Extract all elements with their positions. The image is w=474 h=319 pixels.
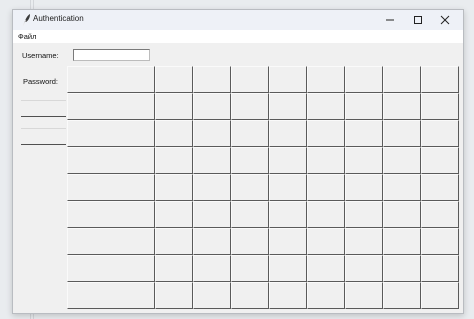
grid-button[interactable]: [307, 120, 345, 147]
maximize-icon: [414, 16, 422, 24]
grid-button[interactable]: [307, 282, 345, 309]
title-bar[interactable]: Authentication: [13, 10, 463, 30]
grid-button[interactable]: [193, 255, 231, 282]
grid-button[interactable]: [421, 120, 459, 147]
grid-button[interactable]: [231, 201, 269, 228]
grid-button[interactable]: [67, 228, 155, 255]
button-grid: [67, 66, 463, 313]
minimize-button[interactable]: [376, 10, 404, 30]
grid-button[interactable]: [307, 228, 345, 255]
grid-button[interactable]: [155, 282, 193, 309]
grid-button[interactable]: [421, 228, 459, 255]
grid-button[interactable]: [345, 201, 383, 228]
grid-button[interactable]: [307, 93, 345, 120]
grid-button[interactable]: [269, 201, 307, 228]
grid-button[interactable]: [383, 120, 421, 147]
grid-button[interactable]: [421, 201, 459, 228]
grid-button[interactable]: [193, 201, 231, 228]
grid-button[interactable]: [155, 255, 193, 282]
grid-button[interactable]: [67, 282, 155, 309]
grid-button[interactable]: [231, 120, 269, 147]
password-field-frame[interactable]: [21, 128, 66, 145]
grid-button[interactable]: [193, 66, 231, 93]
grid-button[interactable]: [193, 147, 231, 174]
grid-button[interactable]: [193, 282, 231, 309]
menu-file[interactable]: Файл: [18, 32, 36, 41]
grid-button[interactable]: [231, 282, 269, 309]
grid-button[interactable]: [155, 93, 193, 120]
minimize-icon: [386, 19, 394, 21]
grid-button[interactable]: [193, 93, 231, 120]
grid-button[interactable]: [269, 66, 307, 93]
grid-button[interactable]: [269, 228, 307, 255]
grid-button[interactable]: [269, 120, 307, 147]
grid-button[interactable]: [345, 255, 383, 282]
grid-button[interactable]: [193, 120, 231, 147]
grid-button[interactable]: [345, 174, 383, 201]
close-icon: [440, 15, 450, 25]
grid-button[interactable]: [345, 120, 383, 147]
window-title: Authentication: [33, 14, 84, 23]
grid-button[interactable]: [67, 93, 155, 120]
grid-button[interactable]: [421, 174, 459, 201]
grid-button[interactable]: [383, 255, 421, 282]
grid-button[interactable]: [231, 147, 269, 174]
grid-button[interactable]: [421, 66, 459, 93]
grid-button[interactable]: [345, 147, 383, 174]
grid-button[interactable]: [383, 228, 421, 255]
grid-button[interactable]: [345, 228, 383, 255]
grid-button[interactable]: [269, 147, 307, 174]
grid-button[interactable]: [193, 228, 231, 255]
grid-button[interactable]: [269, 282, 307, 309]
grid-button[interactable]: [269, 93, 307, 120]
grid-button[interactable]: [269, 174, 307, 201]
username-label: Username:: [22, 51, 59, 60]
grid-button[interactable]: [345, 66, 383, 93]
grid-button[interactable]: [383, 147, 421, 174]
grid-button[interactable]: [421, 282, 459, 309]
grid-button[interactable]: [307, 147, 345, 174]
grid-button[interactable]: [345, 93, 383, 120]
authentication-window: Authentication Файл Username: Password:: [12, 9, 464, 314]
grid-button[interactable]: [383, 174, 421, 201]
grid-button[interactable]: [383, 93, 421, 120]
grid-button[interactable]: [67, 147, 155, 174]
grid-button[interactable]: [307, 255, 345, 282]
grid-button[interactable]: [193, 174, 231, 201]
grid-button[interactable]: [383, 201, 421, 228]
grid-button[interactable]: [421, 93, 459, 120]
password-label: Password:: [23, 77, 59, 86]
close-button[interactable]: [431, 10, 459, 30]
maximize-button[interactable]: [404, 10, 432, 30]
grid-button[interactable]: [231, 255, 269, 282]
grid-button[interactable]: [155, 147, 193, 174]
grid-button[interactable]: [269, 255, 307, 282]
grid-button[interactable]: [421, 147, 459, 174]
grid-button[interactable]: [383, 66, 421, 93]
grid-button[interactable]: [155, 228, 193, 255]
grid-button[interactable]: [307, 201, 345, 228]
grid-button[interactable]: [231, 174, 269, 201]
grid-button[interactable]: [231, 228, 269, 255]
grid-button[interactable]: [231, 93, 269, 120]
grid-button[interactable]: [307, 66, 345, 93]
grid-button[interactable]: [67, 174, 155, 201]
grid-button[interactable]: [155, 66, 193, 93]
password-field-frame[interactable]: [21, 100, 66, 117]
grid-button[interactable]: [67, 201, 155, 228]
grid-button[interactable]: [67, 255, 155, 282]
menu-bar: Файл: [13, 30, 463, 43]
grid-button[interactable]: [155, 120, 193, 147]
grid-button[interactable]: [155, 201, 193, 228]
grid-button[interactable]: [307, 174, 345, 201]
grid-button[interactable]: [383, 282, 421, 309]
feather-icon: [20, 13, 32, 27]
username-input[interactable]: [73, 49, 150, 61]
grid-button[interactable]: [421, 255, 459, 282]
grid-button[interactable]: [231, 66, 269, 93]
grid-button[interactable]: [345, 282, 383, 309]
grid-button[interactable]: [155, 174, 193, 201]
grid-button[interactable]: [67, 120, 155, 147]
grid-button[interactable]: [67, 66, 155, 93]
